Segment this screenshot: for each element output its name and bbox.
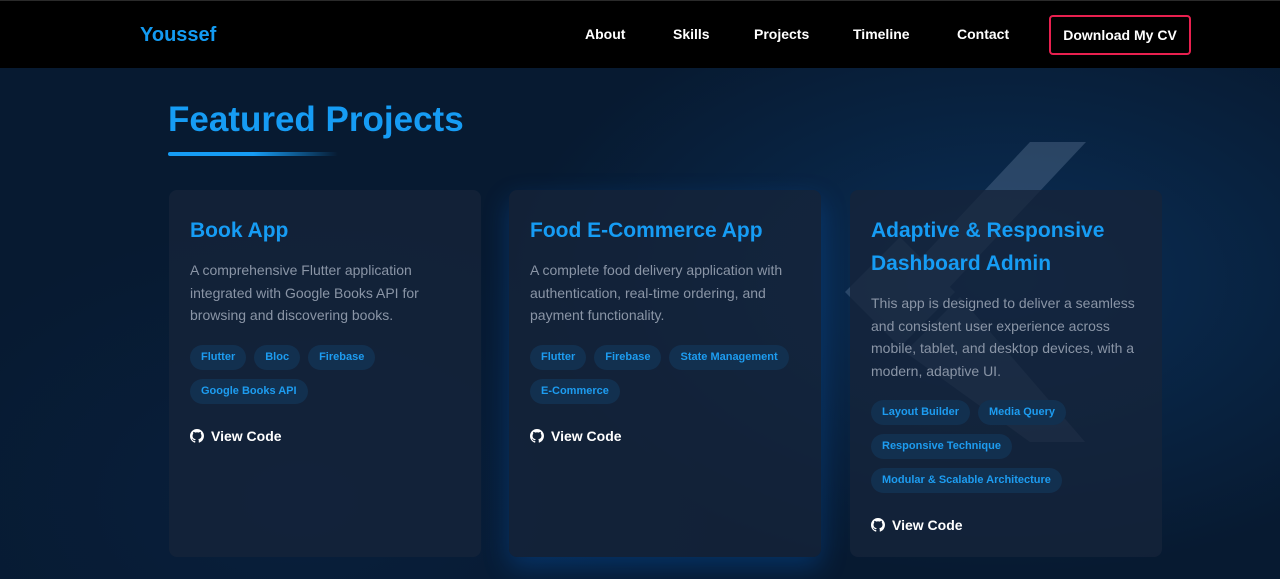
- tag-list: Layout Builder Media Query Responsive Te…: [871, 400, 1141, 493]
- tag: Firebase: [594, 344, 662, 370]
- project-card-dashboard-admin: Adaptive & Responsive Dashboard Admin Th…: [850, 190, 1162, 557]
- navbar: Youssef About Skills Projects Timeline C…: [0, 0, 1280, 68]
- tag-list: Flutter Firebase State Management E-Comm…: [530, 344, 800, 404]
- section-title: Featured Projects: [168, 100, 464, 139]
- nav-link-contact[interactable]: Contact: [957, 26, 1009, 42]
- project-title: Book App: [190, 219, 289, 242]
- tag: State Management: [669, 344, 789, 370]
- nav-link-skills[interactable]: Skills: [673, 26, 710, 42]
- github-icon: [190, 428, 204, 443]
- tag: Modular & Scalable Architecture: [871, 468, 1062, 493]
- view-code-link[interactable]: View Code: [190, 428, 460, 444]
- view-code-link[interactable]: View Code: [530, 428, 800, 444]
- nav-link-about[interactable]: About: [585, 26, 625, 42]
- view-code-link[interactable]: View Code: [871, 517, 1141, 533]
- tag: Bloc: [254, 344, 301, 370]
- tag: Firebase: [308, 344, 376, 370]
- project-title: Food E-Commerce App: [530, 219, 763, 242]
- tag: Layout Builder: [871, 400, 971, 425]
- tag: Flutter: [530, 344, 587, 370]
- view-code-label: View Code: [211, 427, 282, 444]
- tag: Flutter: [190, 344, 247, 370]
- tag: Media Query: [978, 400, 1067, 425]
- nav-link-timeline[interactable]: Timeline: [853, 26, 910, 42]
- tag: Responsive Technique: [871, 434, 1012, 459]
- tag-list: Flutter Bloc Firebase Google Books API: [190, 344, 460, 404]
- view-code-label: View Code: [892, 517, 963, 533]
- tag: Google Books API: [190, 378, 308, 404]
- brand-logo[interactable]: Youssef: [140, 24, 216, 47]
- project-description: This app is designed to deliver a seamle…: [871, 295, 1135, 379]
- view-code-label: View Code: [551, 427, 622, 444]
- project-card-book-app: Book App A comprehensive Flutter applica…: [169, 190, 481, 557]
- project-description: A comprehensive Flutter application inte…: [190, 262, 419, 323]
- project-description: A complete food delivery application wit…: [530, 262, 783, 323]
- project-card-food-ecommerce: Food E-Commerce App A complete food deli…: [509, 190, 821, 557]
- tag: E-Commerce: [530, 378, 620, 404]
- project-title: Adaptive & Responsive Dashboard Admin: [871, 219, 1105, 275]
- github-icon: [530, 428, 544, 443]
- github-icon: [871, 518, 885, 532]
- title-underline: [168, 152, 338, 156]
- nav-link-projects[interactable]: Projects: [754, 26, 809, 42]
- download-cv-button[interactable]: Download My CV: [1049, 15, 1191, 55]
